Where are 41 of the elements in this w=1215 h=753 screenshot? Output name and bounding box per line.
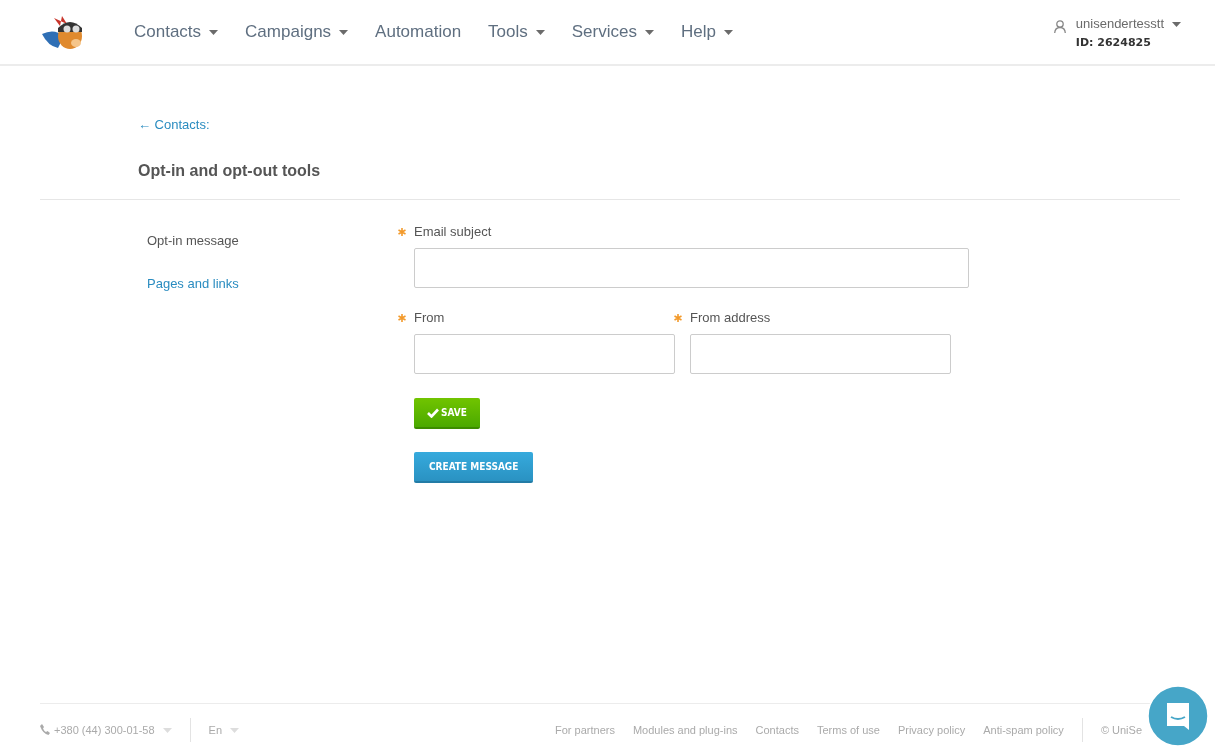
chat-button[interactable] <box>1147 685 1209 747</box>
field-label: Email subject <box>414 223 492 239</box>
input-field[interactable] <box>414 248 969 288</box>
caret-icon <box>230 728 240 734</box>
page-title: Opt-in and opt-out tools <box>138 162 321 180</box>
input-field[interactable] <box>690 334 951 374</box>
caret-icon <box>644 29 654 35</box>
caret-icon <box>535 29 545 35</box>
create-message-button[interactable]: CREATE MESSAGE <box>414 452 534 483</box>
footer-link[interactable]: Modules and plug-ins <box>632 723 738 736</box>
input-field[interactable] <box>414 334 675 374</box>
sidebar-item[interactable]: Pages and links <box>147 276 239 291</box>
user-icon <box>1053 19 1066 33</box>
sidebar-item[interactable]: Opt-in message <box>147 233 239 248</box>
footer-link[interactable]: Contacts <box>755 723 799 736</box>
nav-menu-item[interactable]: Automation <box>375 22 462 42</box>
caret-icon <box>1172 21 1181 27</box>
footer-link[interactable]: Privacy policy <box>897 723 966 736</box>
language-selector[interactable]: En <box>208 723 223 736</box>
account-id: ID: 2624825 <box>1075 35 1152 49</box>
caret-icon <box>162 728 172 734</box>
copyright: © UniSe <box>1100 723 1142 736</box>
footer-link[interactable]: Terms of use <box>816 723 880 736</box>
nav-menu-item[interactable]: Help <box>680 22 733 42</box>
user-name[interactable]: unisendertesstt <box>1075 15 1164 31</box>
caret-icon <box>209 29 219 35</box>
back-link[interactable]: ← Contacts: <box>138 117 210 132</box>
nav-menu-item[interactable]: Services <box>571 22 654 42</box>
save-button[interactable]: SAVE <box>414 398 480 429</box>
phone-icon <box>40 724 50 735</box>
nav-menu-item[interactable]: Contacts <box>134 22 219 42</box>
check-icon <box>427 407 439 418</box>
nav-menu-item[interactable]: Campaigns <box>245 22 349 42</box>
caret-icon <box>339 29 349 35</box>
phone-number[interactable]: +380 (44) 300-01-58 <box>54 723 155 736</box>
field-label: From <box>414 309 445 325</box>
nav-menu-item[interactable]: Tools <box>488 22 545 42</box>
footer-link[interactable]: Anti-spam policy <box>983 723 1064 736</box>
caret-icon <box>723 29 733 35</box>
field-label: From address <box>690 309 771 325</box>
footer-link[interactable]: For partners <box>555 723 615 736</box>
